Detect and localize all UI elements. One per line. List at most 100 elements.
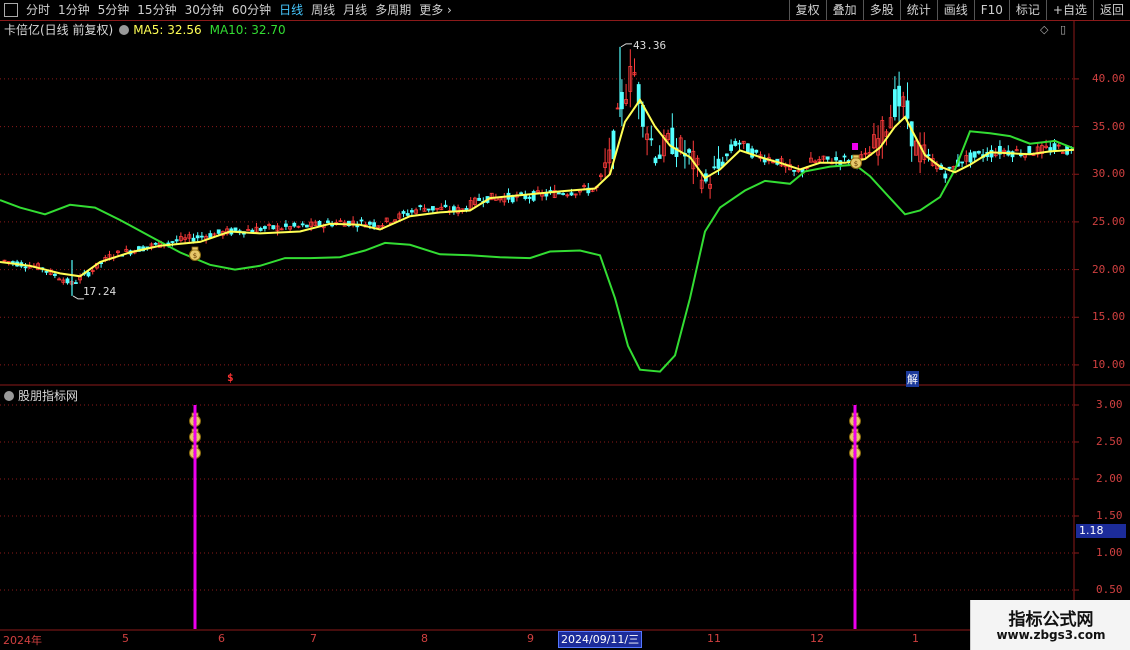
statistics-button[interactable]: 统计 (899, 0, 937, 20)
candle-body (998, 145, 1002, 155)
candle-body (267, 224, 272, 226)
mark-button[interactable]: 标记 (1008, 0, 1046, 20)
candle-body (741, 140, 746, 144)
candle-body (683, 152, 687, 157)
candle-body (405, 213, 410, 216)
candle-body (796, 170, 801, 172)
candle-body (1044, 145, 1048, 148)
candle-body (384, 217, 389, 222)
price-tick-label: 15.00 (1092, 310, 1126, 324)
candle-body (653, 157, 658, 164)
multi-stock-button[interactable]: 多股 (862, 0, 900, 20)
candle-body (783, 163, 788, 168)
overlay-button[interactable]: 叠加 (825, 0, 863, 20)
tab-1min[interactable]: 1分钟 (54, 0, 94, 20)
add-watchlist-button[interactable]: +自选 (1045, 0, 1093, 20)
money-bag-neck (191, 246, 199, 251)
signal-jie-marker: 解 (906, 371, 919, 387)
candle-body (53, 273, 57, 276)
candle-body (153, 242, 158, 245)
money-bag-symbol: $ (854, 160, 858, 168)
tab-more[interactable]: 更多 › (415, 0, 456, 20)
candle-body (678, 137, 683, 153)
candle-body (435, 207, 440, 210)
candle-body (712, 166, 717, 169)
candle-body (132, 250, 137, 254)
indicator-menu-icon-2[interactable] (4, 390, 14, 401)
candle-body (111, 256, 116, 259)
chart-window-icons: ◇ ▯ (1040, 23, 1066, 36)
candle-body (225, 228, 230, 235)
indicator-name: 股朋指标网 (18, 389, 79, 403)
menu-icon[interactable] (4, 3, 18, 17)
candle-body (607, 149, 612, 164)
f10-button[interactable]: F10 (973, 0, 1009, 20)
candle-body (376, 225, 381, 229)
kline-chart[interactable]: $ $ $ $ $ $ $ $ (0, 0, 1130, 650)
candle-body (288, 226, 293, 230)
candle-body (809, 157, 813, 163)
candle-body (116, 250, 120, 254)
restore-rights-button[interactable]: 复权 (788, 0, 826, 20)
candle-body (964, 155, 969, 162)
candle-body (250, 229, 255, 233)
candle-body (397, 213, 402, 219)
high-price-label: 43.36 (633, 39, 667, 52)
money-bag-body (189, 415, 201, 427)
candle-body (695, 157, 700, 166)
tab-monthly[interactable]: 月线 (339, 0, 371, 20)
price-tick-label: 30.00 (1092, 167, 1126, 181)
back-button[interactable]: 返回 (1092, 0, 1130, 20)
candle-body (82, 272, 87, 275)
drawing-button[interactable]: 画线 (936, 0, 974, 20)
candle-body (460, 208, 465, 212)
candle-body (191, 237, 196, 242)
candle-body (489, 192, 494, 201)
candle-body (367, 221, 372, 225)
candle-body (523, 194, 528, 199)
candle-body (1065, 145, 1069, 155)
candle-body (838, 160, 843, 165)
tab-fenshi[interactable]: 分时 (22, 0, 54, 20)
tab-30min[interactable]: 30分钟 (181, 0, 228, 20)
candle-body (620, 92, 624, 110)
candle-body (905, 100, 910, 119)
candle-body (439, 206, 444, 211)
candle-body (359, 219, 364, 222)
candle-body (1040, 145, 1044, 154)
diamond-icon[interactable]: ◇ (1040, 23, 1048, 36)
date-label-jan: 1 (912, 632, 919, 645)
high-pointer (620, 43, 632, 48)
candle-body (552, 190, 557, 198)
candle-body (893, 89, 897, 118)
tab-15min[interactable]: 15分钟 (133, 0, 180, 20)
tab-weekly[interactable]: 周线 (307, 0, 339, 20)
candle-body (90, 269, 95, 272)
candle-body (506, 192, 511, 200)
indicator-menu-icon[interactable] (119, 24, 130, 35)
money-bag-neck (851, 444, 859, 449)
tab-daily[interactable]: 日线 (275, 0, 307, 20)
window-icon[interactable]: ▯ (1060, 23, 1066, 36)
candle-body (972, 151, 977, 158)
candle-body (846, 159, 851, 164)
candle-body (170, 241, 175, 243)
candle-body (422, 207, 427, 212)
tab-5min[interactable]: 5分钟 (94, 0, 134, 20)
candle-body (409, 210, 414, 213)
candle-body (699, 179, 704, 189)
date-label-may: 5 (122, 632, 129, 645)
money-bag-symbol: $ (193, 252, 197, 260)
tab-multi-period[interactable]: 多周期 (371, 0, 415, 20)
candle-body (174, 239, 179, 242)
candle-body (48, 269, 53, 275)
candle-body (993, 152, 998, 157)
candle-body (44, 270, 49, 273)
candle-body (960, 161, 964, 164)
candle-body (128, 250, 133, 255)
candle-body (355, 225, 360, 228)
tab-60min[interactable]: 60分钟 (228, 0, 275, 20)
candle-body (561, 193, 565, 195)
low-price-label: 17.24 (83, 285, 117, 298)
candle-body (557, 192, 561, 195)
